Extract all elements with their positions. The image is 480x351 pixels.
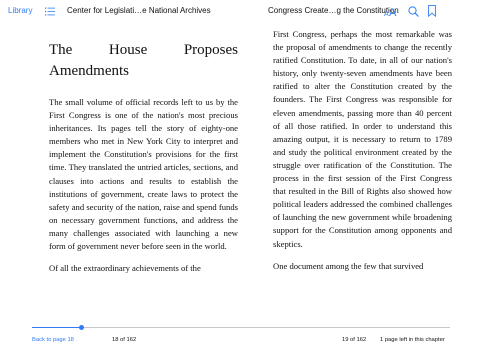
book-title-right: Congress Create…g the Constitution — [268, 6, 399, 15]
right-paragraph-2: One document among the few that survived — [273, 260, 424, 271]
page-scrubber-knob[interactable] — [79, 325, 84, 330]
search-icon[interactable] — [408, 6, 419, 17]
font-size-button[interactable]: A A — [384, 4, 400, 19]
left-paragraph-1: The small volume of official records lef… — [49, 97, 238, 252]
chapter-heading-line-1: The House Proposes — [49, 42, 238, 58]
library-button[interactable]: Library — [8, 6, 32, 15]
reader-toolbar: Library Center for Legislati…e National … — [0, 0, 480, 24]
svg-text:A: A — [389, 7, 397, 18]
book-title-left: Center for Legislati…e National Archives — [67, 6, 211, 15]
left-page: The House Proposes Amendments The small … — [49, 28, 238, 284]
page-scrubber-fill — [32, 327, 81, 328]
list-icon[interactable] — [45, 7, 55, 16]
back-to-page-link[interactable]: Back to page 18 — [32, 337, 74, 343]
left-page-number: 18 of 162 — [112, 337, 137, 343]
reader-footer: Back to page 18 18 of 162 19 of 162 1 pa… — [0, 318, 480, 351]
page-scrubber[interactable] — [32, 325, 450, 330]
chapter-heading: The House Proposes Amendments — [49, 40, 238, 82]
chapter-pages-left: 1 page left in this chapter — [380, 337, 445, 343]
right-page-number: 19 of 162 — [342, 337, 367, 343]
left-paragraph-2: Of all the extraordinary achievements of… — [49, 263, 201, 274]
chapter-heading-line-2: Amendments — [49, 63, 129, 79]
bookmark-icon[interactable] — [428, 5, 436, 18]
right-paragraph-1: First Congress, perhaps the most remarka… — [273, 29, 452, 249]
right-page: First Congress, perhaps the most remarka… — [273, 28, 452, 282]
